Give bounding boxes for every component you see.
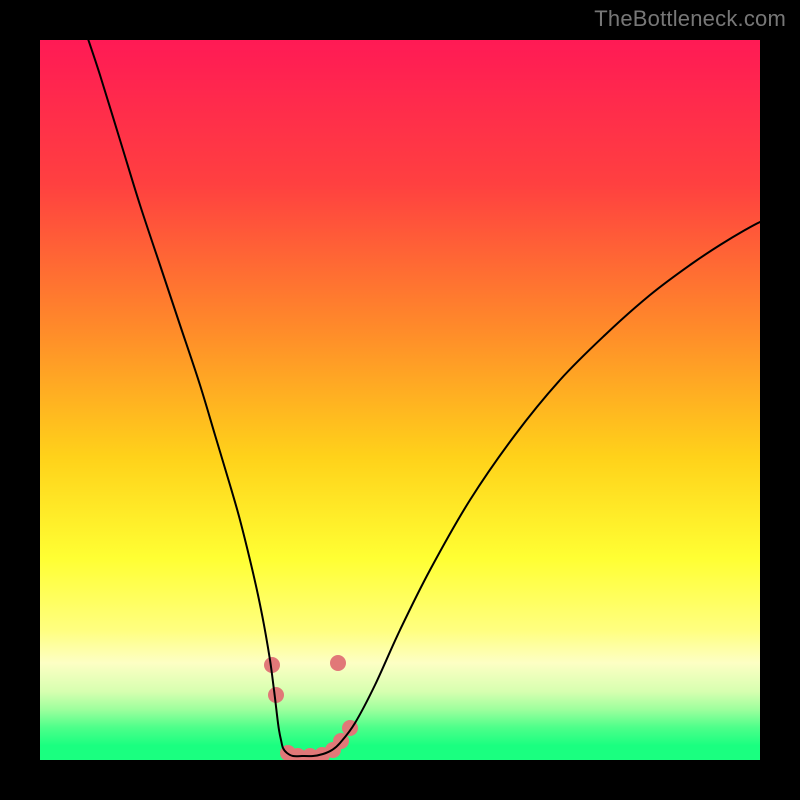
plot-area bbox=[40, 40, 760, 760]
watermark-text: TheBottleneck.com bbox=[594, 6, 786, 32]
marker-group bbox=[264, 655, 358, 760]
chart-frame: TheBottleneck.com bbox=[0, 0, 800, 800]
curve-left bbox=[85, 40, 302, 756]
data-marker bbox=[330, 655, 346, 671]
curve-right bbox=[302, 216, 760, 756]
curves-layer bbox=[40, 40, 760, 760]
